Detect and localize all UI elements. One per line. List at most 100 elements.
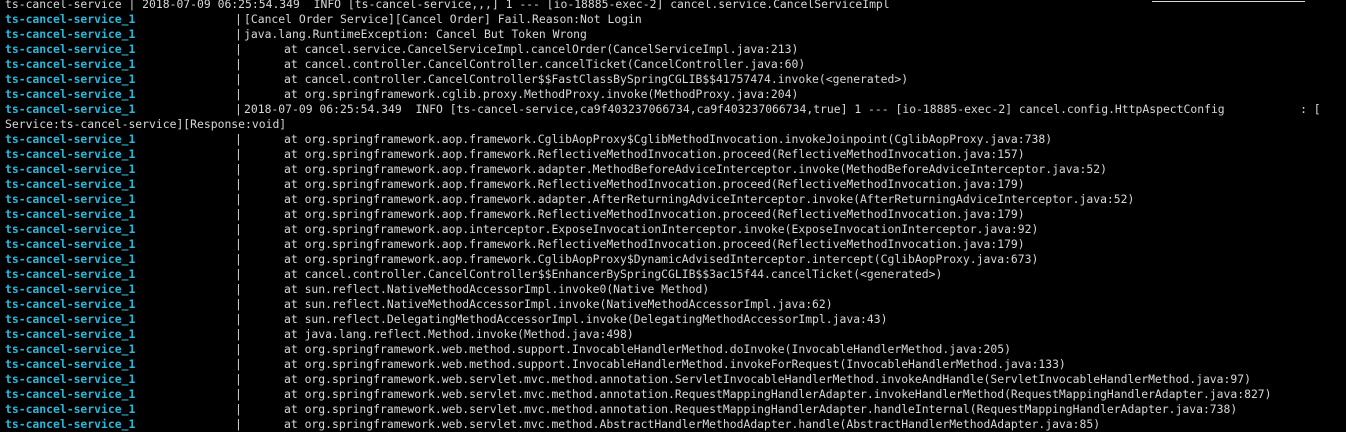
- service-name: ts-cancel-service_1: [5, 192, 136, 206]
- column-separator: |: [235, 147, 242, 161]
- service-name: ts-cancel-service_1: [5, 417, 136, 431]
- service-name: ts-cancel-service_1: [5, 207, 136, 221]
- service-name: ts-cancel-service_1: [5, 57, 136, 71]
- stack-frame: at org.springframework.web.servlet.mvc.m…: [284, 372, 1251, 386]
- log-line: ts-cancel-service_1 | at sun.reflect.Nativ…: [5, 282, 1346, 297]
- stack-frame: at org.springframework.aop.framework.Ref…: [284, 147, 1025, 161]
- log-line: ts-cancel-service_1 | at org.springframewo…: [5, 357, 1346, 372]
- column-separator: |: [235, 57, 242, 71]
- column-separator: |: [235, 237, 242, 251]
- column-separator: |: [235, 192, 242, 206]
- column-separator: |: [235, 162, 242, 176]
- column-separator: |: [235, 402, 242, 416]
- log-lines: ts-cancel-service_1 | [Cancel Order Servic…: [5, 12, 1346, 432]
- log-line-wrapped: Service:ts-cancel-service][Response:void…: [5, 117, 1346, 132]
- service-name: ts-cancel-service_1: [5, 387, 136, 401]
- log-message: java.lang.RuntimeException: Cancel But T…: [244, 27, 587, 41]
- log-message: Service:ts-cancel-service][Response:void…: [5, 117, 287, 131]
- stack-frame: at org.springframework.aop.interceptor.E…: [284, 222, 1039, 236]
- column-separator: |: [235, 177, 242, 191]
- stack-frame: at org.springframework.web.servlet.mvc.m…: [284, 417, 1101, 431]
- log-message: [Cancel Order Service][Cancel Order] Fai…: [244, 12, 642, 26]
- stack-frame: at cancel.service.CancelServiceImpl.canc…: [284, 42, 799, 56]
- stack-frame: at cancel.controller.CancelController$$E…: [284, 267, 943, 281]
- service-name: ts-cancel-service_1: [5, 222, 136, 236]
- column-separator: |: [235, 387, 242, 401]
- column-separator: |: [235, 207, 242, 221]
- column-separator: |: [235, 342, 242, 356]
- terminal-partial-line: ts-cancel-service | 2018-07-09 06:25:54.…: [5, 0, 890, 11]
- stack-frame: at org.springframework.aop.framework.Ref…: [284, 177, 1025, 191]
- service-name: ts-cancel-service_1: [5, 252, 136, 266]
- stack-frame: at org.springframework.cglib.proxy.Metho…: [284, 87, 799, 101]
- log-line: ts-cancel-service_1 | at org.springframewo…: [5, 177, 1346, 192]
- service-name: ts-cancel-service_1: [5, 282, 136, 296]
- service-name: ts-cancel-service_1: [5, 27, 136, 41]
- log-line: ts-cancel-service_1 | at org.springframewo…: [5, 207, 1346, 222]
- service-name: ts-cancel-service_1: [5, 162, 136, 176]
- column-separator: |: [235, 297, 242, 311]
- stack-frame: at cancel.controller.CancelController.ca…: [284, 57, 806, 71]
- service-name: ts-cancel-service_1: [5, 147, 136, 161]
- stack-frame: at sun.reflect.NativeMethodAccessorImpl.…: [284, 297, 833, 311]
- service-name: ts-cancel-service_1: [5, 267, 136, 281]
- log-line: ts-cancel-service_1 | at cancel.controller…: [5, 72, 1346, 87]
- log-line: ts-cancel-service_1 | at cancel.service.Ca…: [5, 42, 1346, 57]
- column-separator: |: [235, 42, 242, 56]
- service-name: ts-cancel-service_1: [5, 132, 136, 146]
- log-line: ts-cancel-service_1 | at org.springframewo…: [5, 87, 1346, 102]
- column-separator: |: [235, 282, 242, 296]
- stack-frame: at org.springframework.aop.framework.ada…: [284, 192, 1135, 206]
- log-line: ts-cancel-service_1 | at org.springframewo…: [5, 417, 1346, 432]
- log-line: ts-cancel-service_1 | at org.springframewo…: [5, 237, 1346, 252]
- log-line: ts-cancel-service_1 | at org.springframewo…: [5, 372, 1346, 387]
- stack-frame: at org.springframework.aop.framework.ada…: [284, 162, 1107, 176]
- log-line: ts-cancel-service_1 | at org.springframewo…: [5, 387, 1346, 402]
- column-separator: |: [235, 312, 242, 326]
- stack-frame: at cancel.controller.CancelController$$F…: [284, 72, 909, 86]
- stack-frame: at org.springframework.web.servlet.mvc.m…: [284, 387, 1272, 401]
- stack-frame: at org.springframework.aop.framework.Ref…: [284, 237, 1025, 251]
- stack-frame: at org.springframework.aop.framework.Ref…: [284, 207, 1025, 221]
- column-separator: |: [235, 27, 242, 41]
- column-separator: |: [235, 12, 242, 26]
- service-name: ts-cancel-service_1: [5, 297, 136, 311]
- terminal-output[interactable]: ts-cancel-service | 2018-07-09 06:25:54.…: [5, 0, 1346, 432]
- service-name: ts-cancel-service_1: [5, 12, 136, 26]
- log-line: ts-cancel-service_1 | at cancel.controller…: [5, 57, 1346, 72]
- column-separator: |: [235, 357, 242, 371]
- log-line: ts-cancel-service_1 | 2018-07-09 06:25:54.…: [5, 102, 1346, 117]
- log-line: ts-cancel-service_1 | at org.springframewo…: [5, 192, 1346, 207]
- log-line: ts-cancel-service_1 | at org.springframewo…: [5, 147, 1346, 162]
- column-separator: |: [235, 72, 242, 86]
- column-separator: |: [235, 132, 242, 146]
- column-separator: |: [235, 222, 242, 236]
- service-name: ts-cancel-service_1: [5, 372, 136, 386]
- log-message: 2018-07-09 06:25:54.349 INFO [ts-cancel-…: [244, 102, 1321, 116]
- column-separator: |: [235, 327, 242, 341]
- service-name: ts-cancel-service_1: [5, 72, 136, 86]
- log-line: ts-cancel-service_1 | at org.springframewo…: [5, 402, 1346, 417]
- column-separator: |: [235, 267, 242, 281]
- service-name: ts-cancel-service_1: [5, 402, 136, 416]
- service-name: ts-cancel-service_1: [5, 177, 136, 191]
- stack-frame: at sun.reflect.DelegatingMethodAccessorI…: [284, 312, 888, 326]
- service-name: ts-cancel-service_1: [5, 87, 136, 101]
- service-name: ts-cancel-service_1: [5, 42, 136, 56]
- service-name: ts-cancel-service_1: [5, 102, 136, 116]
- log-line: ts-cancel-service_1 | at org.springframewo…: [5, 132, 1346, 147]
- stack-frame: at sun.reflect.NativeMethodAccessorImpl.…: [284, 282, 710, 296]
- service-name: ts-cancel-service_1: [5, 312, 136, 326]
- service-name: ts-cancel-service_1: [5, 342, 136, 356]
- log-line: ts-cancel-service_1 | [Cancel Order Servic…: [5, 12, 1346, 27]
- column-separator: |: [235, 87, 242, 101]
- column-separator: |: [235, 372, 242, 386]
- log-line: ts-cancel-service_1 | at java.lang.reflect…: [5, 327, 1346, 342]
- column-separator: |: [235, 102, 242, 116]
- stack-frame: at org.springframework.web.method.suppor…: [284, 342, 1011, 356]
- service-name: ts-cancel-service_1: [5, 237, 136, 251]
- stack-frame: at org.springframework.aop.framework.Cgl…: [284, 252, 1039, 266]
- log-line: ts-cancel-service_1 | at org.springframewo…: [5, 162, 1346, 177]
- service-name: ts-cancel-service_1: [5, 357, 136, 371]
- column-separator: |: [235, 417, 242, 431]
